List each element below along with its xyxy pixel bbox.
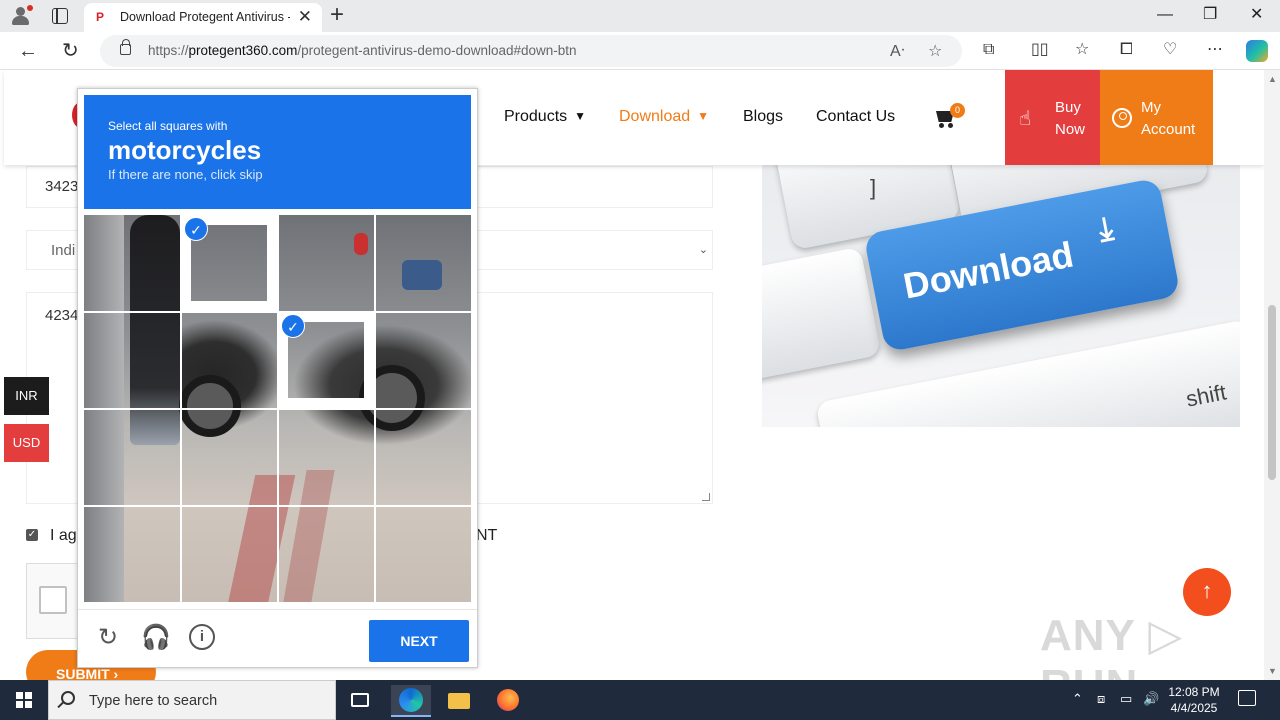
tile-selected-check-icon: ✓ <box>184 217 208 241</box>
refresh-icon[interactable]: ↻ <box>62 40 79 62</box>
taskbar-search-box[interactable]: Type here to search <box>48 680 336 720</box>
nav-download[interactable]: Download ▼ <box>619 108 709 126</box>
captcha-tile-13[interactable] <box>84 506 180 602</box>
currency-inr-button[interactable]: INR <box>4 377 49 415</box>
scrollbar-thumb[interactable] <box>1268 305 1276 480</box>
tab-close-icon[interactable]: ✕ <box>298 8 312 25</box>
tab-actions-icon[interactable] <box>52 8 68 24</box>
more-menu-icon[interactable]: ⋯ <box>1207 41 1223 59</box>
read-aloud-icon[interactable]: Aᐧ <box>890 41 905 61</box>
profile-icon[interactable] <box>8 5 33 27</box>
captcha-tile-4[interactable] <box>375 215 471 311</box>
address-toolbar: ← ↻ https://protegent360.com/protegent-a… <box>0 32 1280 70</box>
captcha-tile-9[interactable] <box>84 409 180 505</box>
buy-now-button[interactable]: ☝ Buy Now <box>1005 70 1100 165</box>
captcha-tile-16[interactable] <box>375 506 471 602</box>
download-arrow-icon: ⤓ <box>1095 209 1117 248</box>
edge-taskbar-icon[interactable] <box>391 685 431 717</box>
web-page: Products ▼ Download ▼ Blogs Contact Us 0 ☝… <box>0 70 1264 680</box>
scroll-up-icon[interactable]: ▲ <box>1268 74 1277 84</box>
collections-icon[interactable]: ⧠ <box>1120 41 1133 59</box>
tile-selected-check-icon: ✓ <box>281 314 305 338</box>
captcha-next-button[interactable]: NEXT <box>369 620 469 662</box>
address-bar[interactable]: https://protegent360.com/protegent-antiv… <box>100 35 962 67</box>
headphones-icon[interactable]: 🎧 <box>141 624 171 652</box>
tray-device-icon[interactable]: ⧈ <box>1097 691 1105 707</box>
tray-chevron-icon[interactable]: ⌃ <box>1072 691 1083 707</box>
resize-grip-icon[interactable] <box>702 493 710 501</box>
captcha-tile-10[interactable] <box>181 409 277 505</box>
firefox-icon[interactable] <box>488 685 528 717</box>
extensions-icon[interactable]: ⧉ <box>983 41 994 59</box>
nav-contact-us[interactable]: Contact Us <box>816 108 895 126</box>
task-view-icon[interactable] <box>340 685 380 717</box>
recaptcha-checkbox[interactable] <box>39 586 67 614</box>
lock-icon[interactable] <box>120 39 131 55</box>
agree-checkbox[interactable]: ✓ <box>26 529 38 541</box>
scroll-down-icon[interactable]: ▼ <box>1268 666 1277 676</box>
site-favicon: P <box>96 10 104 24</box>
nav-blogs[interactable]: Blogs <box>743 108 783 126</box>
favorite-star-icon[interactable]: ☆ <box>928 41 942 61</box>
taskbar-clock[interactable]: 12:08 PM 4/4/2025 <box>1166 684 1222 716</box>
key-bracket-label: ] <box>870 175 877 200</box>
captcha-tile-12[interactable] <box>375 409 471 505</box>
captcha-tile-15[interactable] <box>278 506 374 602</box>
browser-tab-bar: P Download Protegent Antivirus - P ✕ + —… <box>0 0 1280 32</box>
captcha-instructions: Select all squares with motorcycles If t… <box>84 95 471 209</box>
favorites-icon[interactable]: ☆ <box>1075 41 1089 59</box>
split-screen-icon[interactable]: ▯▯ <box>1031 41 1049 59</box>
back-to-top-button[interactable]: ↑ <box>1183 568 1231 616</box>
captcha-tile-1[interactable] <box>84 215 180 311</box>
url-text[interactable]: https://protegent360.com/protegent-antiv… <box>148 43 577 58</box>
file-explorer-icon[interactable] <box>439 685 479 717</box>
minimize-button[interactable]: — <box>1157 5 1173 25</box>
captcha-challenge: Select all squares with motorcycles If t… <box>77 88 478 668</box>
nav-products[interactable]: Products ▼ <box>504 108 586 126</box>
browser-tab[interactable]: P Download Protegent Antivirus - P ✕ <box>84 3 322 32</box>
captcha-tile-11[interactable] <box>278 409 374 505</box>
page-scrollbar[interactable]: ▲ ▼ <box>1264 70 1280 680</box>
network-icon[interactable]: ▭ <box>1120 691 1132 707</box>
agree-label: I ag <box>50 527 77 544</box>
new-tab-icon[interactable]: + <box>330 2 344 28</box>
back-arrow-icon[interactable]: ← <box>18 40 38 62</box>
volume-icon[interactable]: 🔊 <box>1143 691 1159 707</box>
captcha-tile-8[interactable] <box>375 312 471 408</box>
anyrun-watermark: ANY ▷ RUN <box>1040 611 1184 680</box>
chevron-down-icon: ⌄ <box>698 244 708 256</box>
info-icon[interactable]: i <box>189 624 215 650</box>
tab-title: Download Protegent Antivirus - P <box>120 10 290 24</box>
windows-start-icon[interactable] <box>16 692 32 708</box>
copilot-icon[interactable] <box>1246 40 1268 62</box>
agree-label-tail: NT <box>476 527 498 544</box>
restore-button[interactable]: ❐ <box>1203 5 1217 25</box>
currency-usd-button[interactable]: USD <box>4 424 49 462</box>
windows-taskbar: Type here to search ⌃ ⧈ ▭ 🔊 12:08 PM 4/4… <box>0 680 1280 720</box>
download-key-image: ] shift Download ⤓ <box>762 165 1240 427</box>
reload-icon[interactable]: ↻ <box>94 624 122 652</box>
performance-icon[interactable]: ♡ <box>1163 41 1177 59</box>
notifications-icon[interactable] <box>1238 690 1256 706</box>
close-window-button[interactable]: ✕ <box>1250 5 1263 25</box>
captcha-image-grid: ✓ ✓ <box>84 215 471 602</box>
captcha-tile-5[interactable] <box>84 312 180 408</box>
captcha-tile-14[interactable] <box>181 506 277 602</box>
user-circle-icon <box>1112 108 1132 128</box>
chevron-down-icon: ▼ <box>574 109 587 123</box>
chevron-down-icon: ▼ <box>697 109 710 123</box>
arrow-up-icon: ↑ <box>1201 578 1213 603</box>
captcha-target-word: motorcycles <box>108 135 262 165</box>
my-account-button[interactable]: My Account <box>1100 70 1213 165</box>
hand-pointer-icon: ☝ <box>1019 108 1032 130</box>
captcha-tile-6[interactable] <box>181 312 277 408</box>
cart-count-badge: 0 <box>950 103 965 118</box>
captcha-footer: ↻ 🎧 i NEXT <box>78 609 477 667</box>
captcha-tile-3[interactable] <box>278 215 374 311</box>
search-icon <box>61 691 75 705</box>
